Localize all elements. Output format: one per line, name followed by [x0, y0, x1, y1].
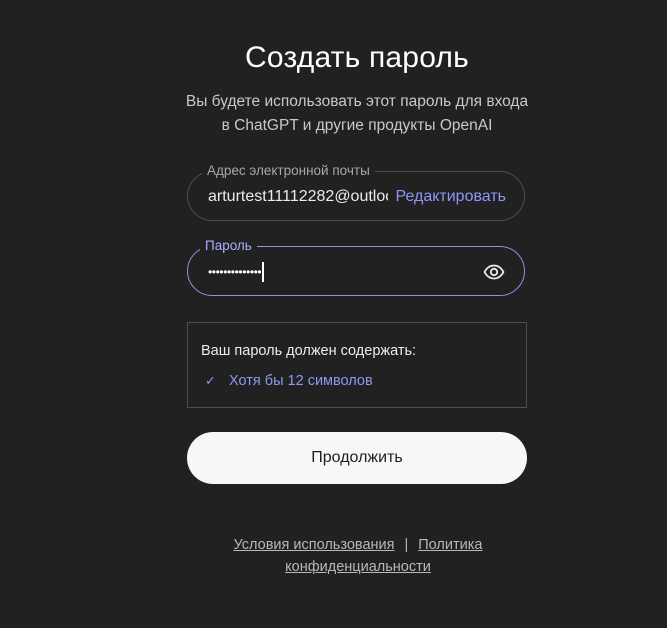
text-caret	[262, 262, 264, 282]
footer-links: Условия использования | Политика конфиденц…	[210, 534, 506, 578]
password-field-label: Пароль	[200, 237, 257, 255]
footer-separator: |	[404, 537, 409, 553]
email-field[interactable]: Адрес электронной почты arturtest1111228…	[187, 162, 525, 221]
email-value: arturtest11112282@outlook.com	[208, 188, 388, 205]
page-subtitle: Вы будете использовать этот пароль для в…	[185, 93, 529, 134]
check-icon: ✓	[205, 373, 216, 388]
continue-button[interactable]: Продолжить	[187, 432, 527, 484]
email-field-label: Адрес электронной почты	[202, 162, 375, 180]
terms-link[interactable]: Условия использования	[234, 537, 395, 553]
page-title: Создать пароль	[245, 41, 469, 74]
create-password-page: Создать пароль Вы будете использовать эт…	[0, 0, 667, 628]
password-field[interactable]: Пароль ••••••••••••••	[187, 237, 525, 296]
eye-icon[interactable]	[482, 260, 506, 284]
edit-email-link[interactable]: Редактировать	[395, 186, 506, 208]
password-masked-value: ••••••••••••••	[208, 265, 262, 279]
password-requirements: Ваш пароль должен содержать: ✓ Хотя бы 1…	[187, 322, 527, 408]
requirement-label: Хотя бы 12 символов	[229, 373, 373, 389]
requirements-title: Ваш пароль должен содержать:	[201, 343, 417, 359]
password-input[interactable]: ••••••••••••••	[208, 261, 264, 283]
requirement-item: ✓ Хотя бы 12 символов	[205, 372, 373, 390]
